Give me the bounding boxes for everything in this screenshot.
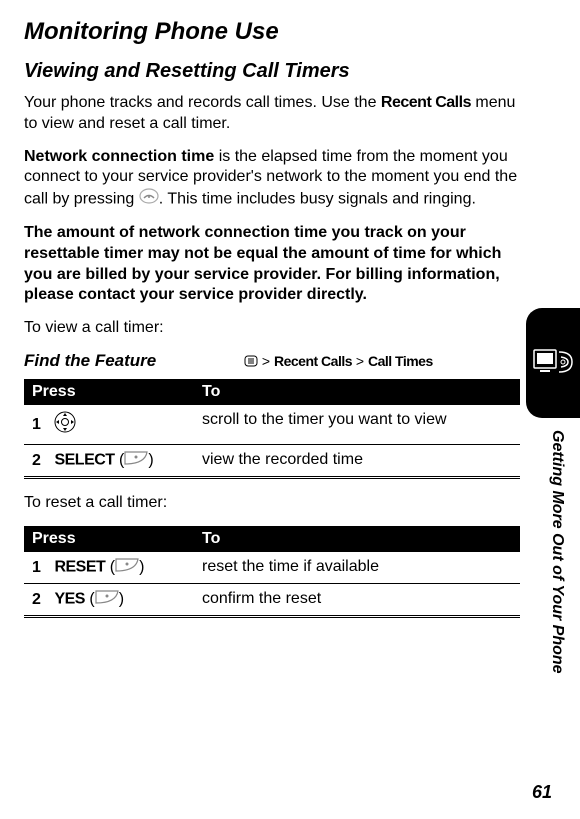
network-time-paragraph: Network connection time is the elapsed t…: [24, 147, 520, 211]
table-row: 2 YES () confirm the reset: [24, 583, 520, 616]
step-description: reset the time if available: [194, 552, 520, 584]
nav-key-icon: [54, 411, 76, 438]
table-row: 2 SELECT () view the recorded time: [24, 444, 520, 477]
right-softkey-icon: [95, 590, 119, 609]
right-softkey-icon: [124, 451, 148, 470]
term: Network connection time: [24, 148, 214, 165]
step-number: 1: [32, 416, 50, 434]
table-row: 1 scroll to the timer you want to view: [24, 405, 520, 445]
right-softkey-icon: [115, 558, 139, 577]
text: >: [258, 353, 274, 369]
reset-timer-table: Press To 1 RESET () reset the time if av…: [24, 526, 520, 618]
step-description: scroll to the timer you want to view: [194, 405, 520, 445]
text: Your phone tracks and records call times…: [24, 94, 381, 111]
softkey-label: SELECT: [54, 452, 114, 469]
text: >: [352, 353, 368, 369]
step-description: view the recorded time: [194, 444, 520, 477]
text: . This time includes busy signals and ri…: [159, 191, 476, 208]
instruction-reset: To reset a call timer:: [24, 493, 520, 514]
step-number: 2: [32, 452, 50, 470]
text: ): [119, 591, 124, 608]
softkey-label: RESET: [54, 559, 105, 576]
view-timer-table: Press To 1 scroll to the timer you want …: [24, 379, 520, 479]
col-press: Press: [24, 379, 194, 405]
billing-notice-paragraph: The amount of network connection time yo…: [24, 223, 520, 306]
text: ): [148, 452, 153, 469]
col-to: To: [194, 379, 520, 405]
menu-item: Call Times: [368, 353, 433, 369]
col-press: Press: [24, 526, 194, 552]
find-feature-row: Find the Feature > Recent Calls > Call T…: [24, 351, 520, 371]
menu-key-icon: [244, 354, 258, 370]
computer-phone-icon: [532, 344, 574, 383]
page-title: Monitoring Phone Use: [24, 18, 520, 46]
instruction-view: To view a call timer:: [24, 318, 520, 339]
menu-item: Recent Calls: [274, 353, 352, 369]
section-title: Viewing and Resetting Call Timers: [24, 60, 520, 83]
col-to: To: [194, 526, 520, 552]
find-feature-path: > Recent Calls > Call Times: [244, 353, 433, 370]
end-key-icon: [139, 188, 159, 211]
menu-name: Recent Calls: [381, 94, 471, 111]
side-tab: [526, 308, 580, 418]
softkey-label: YES: [54, 591, 85, 608]
find-feature-label: Find the Feature: [24, 351, 244, 371]
page-number: 61: [532, 782, 552, 803]
side-running-head: Getting More Out of Your Phone: [548, 430, 566, 674]
step-number: 1: [32, 559, 50, 577]
step-description: confirm the reset: [194, 583, 520, 616]
text: ): [139, 559, 144, 576]
table-row: 1 RESET () reset the time if available: [24, 552, 520, 584]
intro-paragraph: Your phone tracks and records call times…: [24, 93, 520, 135]
step-number: 2: [32, 591, 50, 609]
